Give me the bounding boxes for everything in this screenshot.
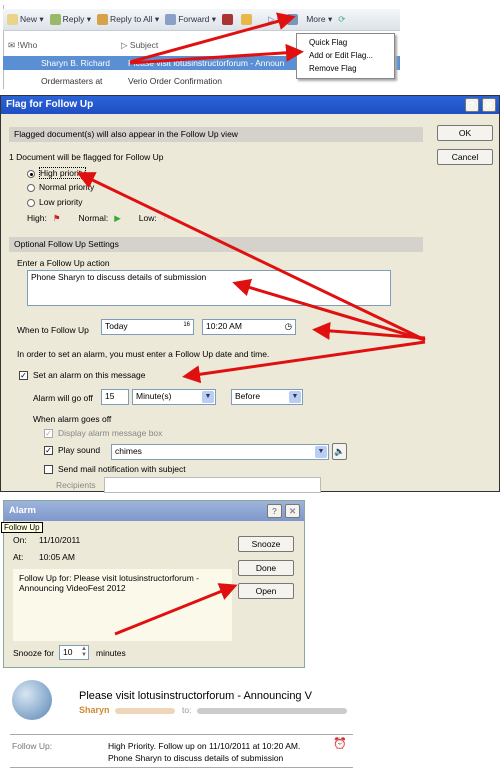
arrow (182, 340, 426, 384)
arrow (76, 172, 426, 342)
annotation-arrows (76, 12, 426, 636)
arrow (114, 583, 238, 636)
